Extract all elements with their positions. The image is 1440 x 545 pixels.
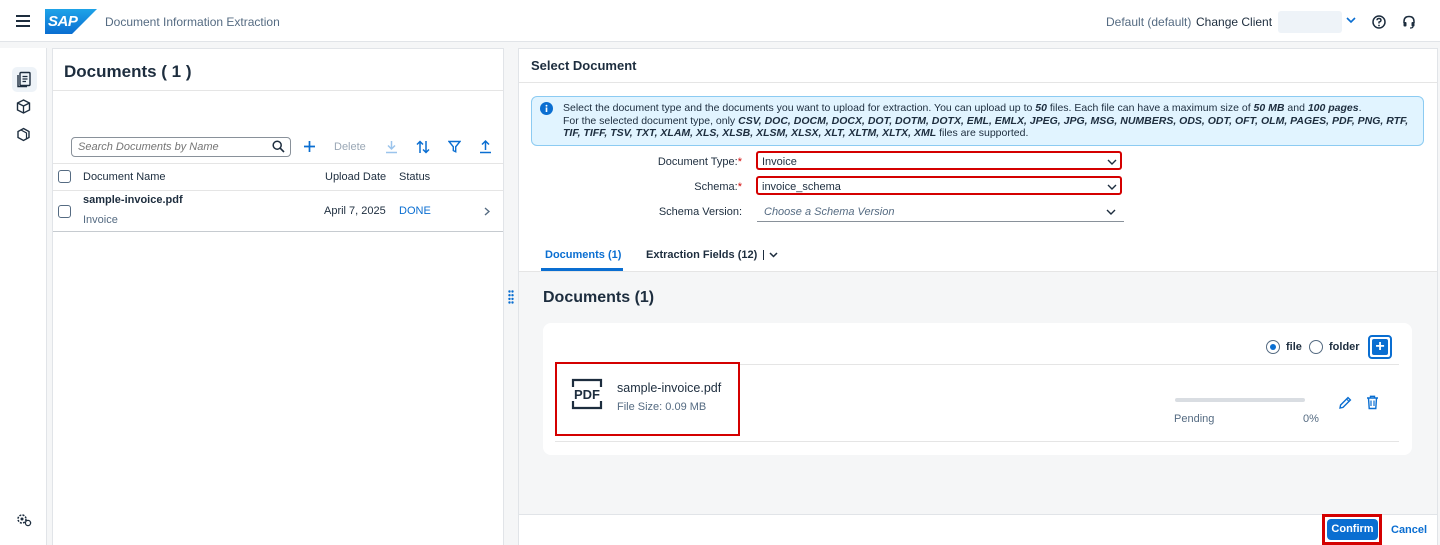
- column-header-status[interactable]: Status: [399, 171, 430, 183]
- info-icon: [540, 102, 553, 115]
- file-size: File Size: 0.09 MB: [617, 401, 707, 413]
- divider: [519, 271, 1437, 272]
- schema-version-label: Schema Version:: [658, 206, 742, 218]
- tab-overflow-chevron-icon[interactable]: [769, 252, 778, 258]
- document-type-label: Document Type:*: [657, 156, 742, 168]
- app-title: Document Information Extraction: [105, 15, 280, 29]
- chevron-down-icon[interactable]: [1107, 159, 1117, 165]
- chevron-right-icon[interactable]: [484, 207, 490, 216]
- upload-progress-bar: [1175, 398, 1305, 402]
- settings-icon[interactable]: [16, 513, 32, 527]
- info-message-text: Select the document type and the documen…: [563, 102, 1409, 139]
- cubes-icon[interactable]: [16, 127, 31, 142]
- edit-icon[interactable]: [1338, 396, 1352, 410]
- schema-value: invoice_schema: [762, 181, 841, 193]
- divider: [53, 90, 503, 91]
- search-input[interactable]: [78, 141, 263, 153]
- footer-toolbar: [519, 514, 1437, 545]
- cube-icon[interactable]: [16, 99, 31, 114]
- documents-list-panel: [52, 48, 504, 545]
- cancel-button[interactable]: Cancel: [1391, 524, 1427, 536]
- folder-mode-radio[interactable]: [1309, 340, 1323, 354]
- column-header-name[interactable]: Document Name: [83, 171, 166, 183]
- documents-heading: Documents (1): [543, 289, 655, 306]
- page-title: Documents ( 1 ): [64, 62, 192, 81]
- status-badge: DONE: [399, 205, 431, 217]
- document-type: Invoice: [83, 214, 118, 226]
- document-type-value: Invoice: [762, 156, 797, 168]
- delete-button[interactable]: Delete: [334, 141, 366, 153]
- pdf-badge-text: PDF: [574, 387, 600, 402]
- schema-label: Schema:*: [694, 181, 742, 193]
- file-name: sample-invoice.pdf: [617, 381, 722, 395]
- sort-icon[interactable]: [416, 140, 430, 154]
- document-list-icon: [16, 71, 33, 88]
- pdf-file-icon: PDF: [570, 377, 604, 411]
- help-icon[interactable]: [1372, 15, 1386, 29]
- upload-status: Pending: [1174, 413, 1215, 425]
- divider: [519, 82, 1437, 83]
- download-icon[interactable]: [385, 140, 398, 154]
- drag-handle-icon[interactable]: [508, 290, 514, 304]
- chevron-down-icon[interactable]: [1106, 209, 1116, 215]
- folder-mode-label[interactable]: folder: [1329, 341, 1360, 353]
- panel-title: Select Document: [531, 58, 637, 73]
- menu-icon[interactable]: [16, 15, 30, 27]
- delete-icon[interactable]: [1366, 395, 1379, 410]
- add-icon: +: [1372, 339, 1388, 355]
- client-label: Default (default): [1106, 15, 1192, 29]
- confirm-button[interactable]: Confirm: [1327, 519, 1378, 540]
- row-checkbox[interactable]: [58, 205, 71, 218]
- add-file-button[interactable]: +: [1368, 335, 1392, 359]
- document-type-select[interactable]: [756, 151, 1122, 170]
- upload-percent: 0%: [1303, 413, 1319, 425]
- client-select[interactable]: [1278, 11, 1342, 33]
- headset-icon[interactable]: [1402, 15, 1416, 29]
- upload-date: April 7, 2025: [324, 205, 386, 217]
- chevron-down-icon[interactable]: [1346, 17, 1356, 24]
- schema-version-placeholder: Choose a Schema Version: [764, 206, 895, 218]
- search-icon[interactable]: [272, 140, 285, 153]
- tab-extraction-fields[interactable]: Extraction Fields (12): [646, 249, 757, 261]
- tab-overflow-separator: [763, 250, 764, 260]
- chevron-down-icon[interactable]: [1107, 184, 1117, 190]
- select-all-checkbox[interactable]: [58, 170, 71, 183]
- add-icon[interactable]: [303, 140, 316, 153]
- side-navigation: [0, 48, 47, 545]
- tab-documents[interactable]: Documents (1): [545, 249, 621, 261]
- document-name: sample-invoice.pdf: [83, 194, 183, 206]
- file-mode-label[interactable]: file: [1286, 341, 1302, 353]
- filter-icon[interactable]: [448, 140, 461, 153]
- file-mode-radio[interactable]: [1266, 340, 1280, 354]
- upload-icon[interactable]: [479, 139, 492, 154]
- change-client-button[interactable]: Change Client: [1196, 15, 1272, 29]
- divider: [555, 441, 1399, 442]
- column-header-upload-date[interactable]: Upload Date: [325, 171, 386, 183]
